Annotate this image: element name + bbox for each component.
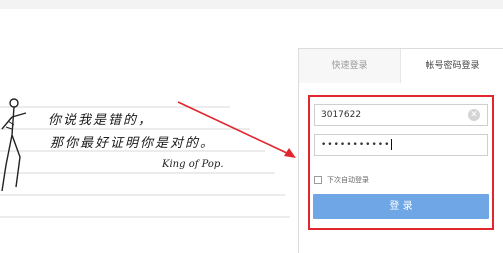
- login-tabs: 快速登录 帐号密码登录: [299, 49, 503, 83]
- remember-me: 下次自动登录: [314, 174, 369, 186]
- top-strip: [0, 0, 503, 9]
- remember-checkbox[interactable]: [314, 176, 322, 184]
- banner-signature: King of Pop.: [162, 159, 224, 170]
- tab-quick-login[interactable]: 快速登录: [299, 49, 401, 83]
- banner-quote-line2: 那你最好证明你是对的。: [50, 136, 216, 151]
- username-value: 3017622: [321, 110, 362, 120]
- username-input[interactable]: 3017622: [314, 104, 488, 126]
- login-button[interactable]: 登 录: [313, 194, 489, 219]
- dancer-sketch-icon: [1, 98, 27, 192]
- clear-icon[interactable]: ✕: [468, 109, 480, 121]
- remember-label: 下次自动登录: [327, 176, 369, 184]
- banner-quote-line1: 你说我是错的，: [48, 113, 154, 128]
- tab-account-password-login[interactable]: 帐号密码登录: [401, 49, 503, 83]
- password-input[interactable]: •••••••••••: [314, 134, 488, 156]
- password-mask: •••••••••••: [321, 140, 391, 150]
- banner-image: 你说我是错的， 那你最好证明你是对的。 King of Pop.: [0, 95, 290, 220]
- text-caret: [391, 139, 393, 150]
